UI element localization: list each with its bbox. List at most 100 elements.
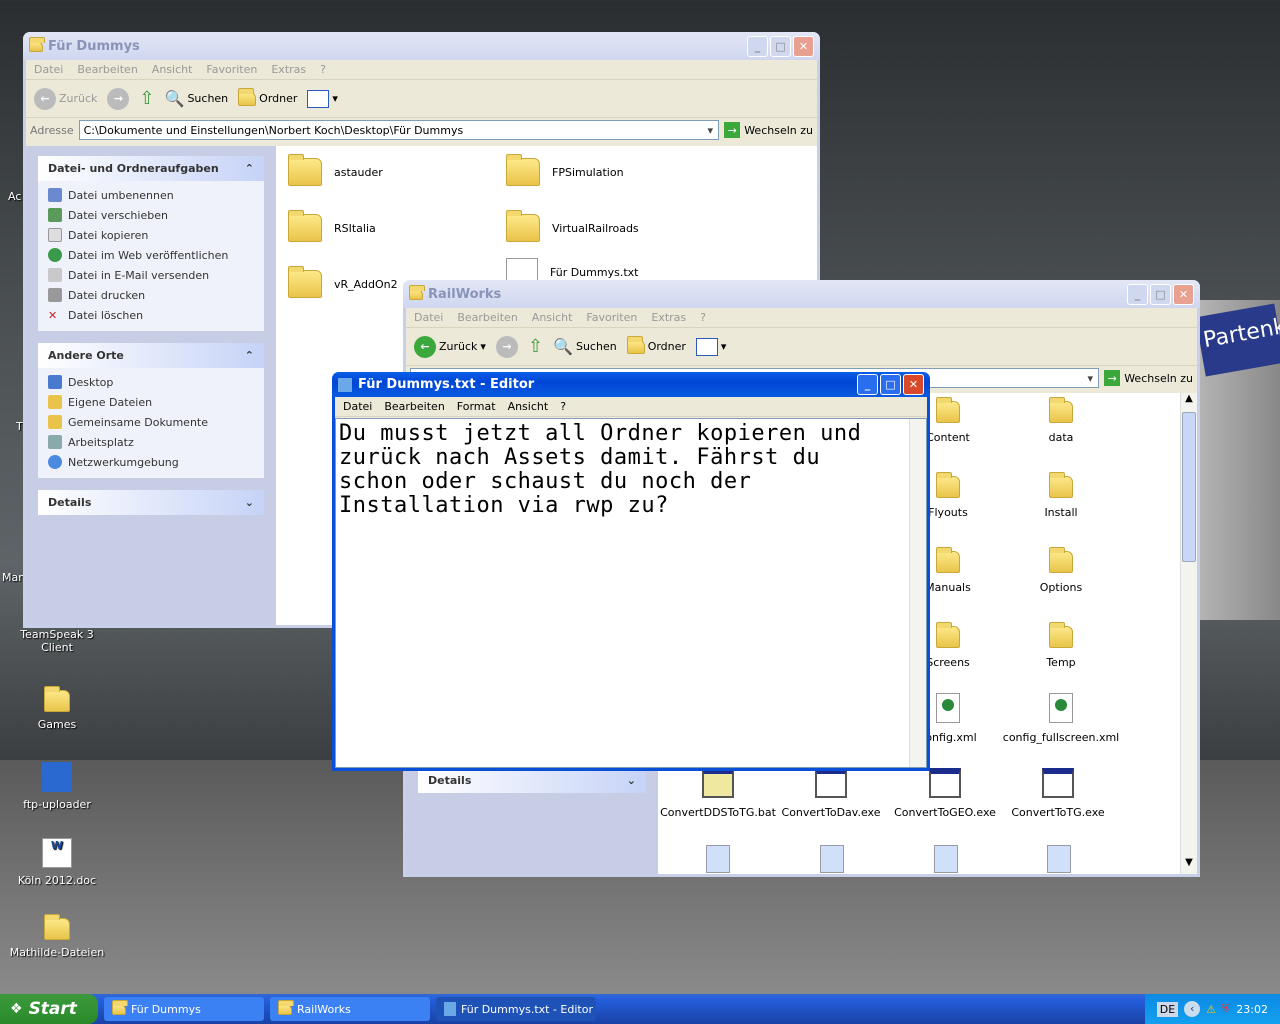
task-delete[interactable]: ✕ Datei löschen [48,305,254,325]
dll-file-icon[interactable] [706,845,730,873]
start-button[interactable]: ❖ Start [0,994,98,1024]
dll-file-icon[interactable] [934,845,958,873]
go-button[interactable]: → Wechseln zu [724,122,813,138]
vertical-scrollbar[interactable]: ▲ ▼ [1180,393,1197,874]
menu-datei[interactable]: Datei [34,63,63,76]
expand-icon[interactable]: ⌄ [245,496,254,509]
up-folder-button[interactable]: ⇧ [528,336,543,357]
back-button[interactable]: ← Zurück ▾ [414,335,486,358]
dll-file-icon[interactable] [1047,845,1071,873]
desktop-icon-ftp-uploader[interactable]: ftp-uploader [7,762,107,811]
bat-file-item[interactable]: ConvertDDSToTG.bat [658,768,778,819]
maximize-button[interactable]: □ [770,35,791,57]
language-indicator[interactable]: DE [1156,1001,1179,1017]
exe-file-item[interactable]: ConvertToGEO.exe [885,768,1005,819]
place-shared-documents[interactable]: Gemeinsame Dokumente [48,412,254,432]
desktop-icon-koeln-doc[interactable]: W Köln 2012.doc [7,838,107,887]
folder-item[interactable]: RSItalia [288,210,376,242]
security-warning-icon[interactable]: ⚠ [1206,1003,1216,1016]
task-publish-web[interactable]: Datei im Web veröffentlichen [48,245,254,265]
folder-item[interactable]: vR_AddOn2 [288,266,398,298]
text-area[interactable]: Du musst jetzt all Ordner kopieren und z… [335,418,927,768]
forward-button[interactable]: → [495,335,518,358]
go-button[interactable]: → Wechseln zu [1104,370,1193,386]
menu-ansicht[interactable]: Ansicht [532,311,573,324]
menu-extras[interactable]: Extras [651,311,686,324]
menu-bearbeiten[interactable]: Bearbeiten [77,63,137,76]
vertical-scrollbar[interactable] [909,419,926,767]
forward-button[interactable]: → [107,87,130,110]
minimize-button[interactable]: _ [1127,283,1148,305]
menu-datei[interactable]: Datei [343,400,372,413]
search-button[interactable]: 🔍 Suchen [165,89,229,108]
task-print[interactable]: Datei drucken [48,285,254,305]
folder-item[interactable]: data [1001,397,1121,444]
xml-file-item[interactable]: config_fullscreen.xml [1001,693,1121,744]
title-bar[interactable]: Für Dummys.txt - Editor _ □ ✕ [332,372,930,397]
taskbar-item-fuer-dummys[interactable]: Für Dummys [104,997,264,1021]
up-folder-button[interactable]: ⇧ [139,88,154,109]
menu-ansicht[interactable]: Ansicht [508,400,549,413]
title-bar[interactable]: RailWorks _ □ ✕ [403,280,1200,308]
close-button[interactable]: ✕ [793,35,814,57]
close-button[interactable]: ✕ [903,374,924,395]
folders-button[interactable]: Ordner [238,87,297,106]
folder-item[interactable]: astauder [288,154,383,186]
search-button[interactable]: 🔍 Suchen [553,337,617,356]
menu-extras[interactable]: Extras [271,63,306,76]
scroll-down-button[interactable]: ▼ [1181,857,1197,874]
dropdown-icon[interactable]: ▾ [1082,372,1098,385]
menu-favoriten[interactable]: Favoriten [206,63,257,76]
folder-item[interactable]: VirtualRailroads [506,210,639,242]
task-copy[interactable]: Datei kopieren [48,225,254,245]
place-my-computer[interactable]: Arbeitsplatz [48,432,254,452]
close-button[interactable]: ✕ [1173,283,1194,305]
place-desktop[interactable]: Desktop [48,372,254,392]
exe-file-item[interactable]: ConvertToDav.exe [771,768,891,819]
folder-item[interactable]: Install [1001,472,1121,519]
menu-format[interactable]: Format [457,400,496,413]
address-input[interactable]: C:\Dokumente und Einstellungen\Norbert K… [78,120,720,140]
views-button[interactable]: ▾ [695,337,726,356]
panel-header[interactable]: Andere Orte ⌃ [38,343,264,368]
views-button[interactable]: ▾ [307,89,338,108]
folder-item[interactable]: Options [1001,547,1121,594]
minimize-button[interactable]: _ [747,35,768,57]
menu-datei[interactable]: Datei [414,311,443,324]
taskbar-item-railworks[interactable]: RailWorks [270,997,430,1021]
task-rename[interactable]: Datei umbenennen [48,185,254,205]
folder-item[interactable]: FPSimulation [506,154,624,186]
desktop-icon-games[interactable]: Games [7,686,107,731]
menu-ansicht[interactable]: Ansicht [152,63,193,76]
desktop-icon-mathilde[interactable]: Mathilde-Dateien [7,914,107,959]
menu-bearbeiten[interactable]: Bearbeiten [384,400,444,413]
task-email[interactable]: Datei in E-Mail versenden [48,265,254,285]
dropdown-icon[interactable]: ▾ [702,124,718,137]
notepad-window[interactable]: Für Dummys.txt - Editor _ □ ✕ Datei Bearbei… [332,372,930,771]
security-shield-icon[interactable]: ⛨ [1222,1002,1230,1016]
desktop-icon-teamspeak[interactable]: TeamSpeak 3 Client [7,628,107,654]
panel-header[interactable]: Details ⌄ [38,490,264,515]
panel-header[interactable]: Datei- und Ordneraufgaben ⌃ [38,156,264,181]
expand-icon[interactable]: ⌄ [627,774,636,787]
folders-button[interactable]: Ordner [626,335,686,354]
show-hidden-icons-button[interactable]: ‹ [1184,1001,1201,1017]
collapse-icon[interactable]: ⌃ [245,349,254,362]
folder-item[interactable]: Temp [1001,622,1121,669]
editor-text[interactable]: Du musst jetzt all Ordner kopieren und z… [336,419,926,521]
menu-help[interactable]: ? [320,63,326,76]
exe-file-item[interactable]: ConvertToTG.exe [998,768,1118,819]
minimize-button[interactable]: _ [857,374,878,395]
collapse-icon[interactable]: ⌃ [245,162,254,175]
task-move[interactable]: Datei verschieben [48,205,254,225]
maximize-button[interactable]: □ [880,374,901,395]
dll-file-icon[interactable] [820,845,844,873]
menu-help[interactable]: ? [700,311,706,324]
scroll-thumb[interactable] [1182,412,1196,562]
maximize-button[interactable]: □ [1150,283,1171,305]
place-my-documents[interactable]: Eigene Dateien [48,392,254,412]
taskbar-item-editor[interactable]: Für Dummys.txt - Editor [436,997,596,1021]
menu-bearbeiten[interactable]: Bearbeiten [457,311,517,324]
place-network[interactable]: Netzwerkumgebung [48,452,254,472]
scroll-up-button[interactable]: ▲ [1181,393,1197,410]
